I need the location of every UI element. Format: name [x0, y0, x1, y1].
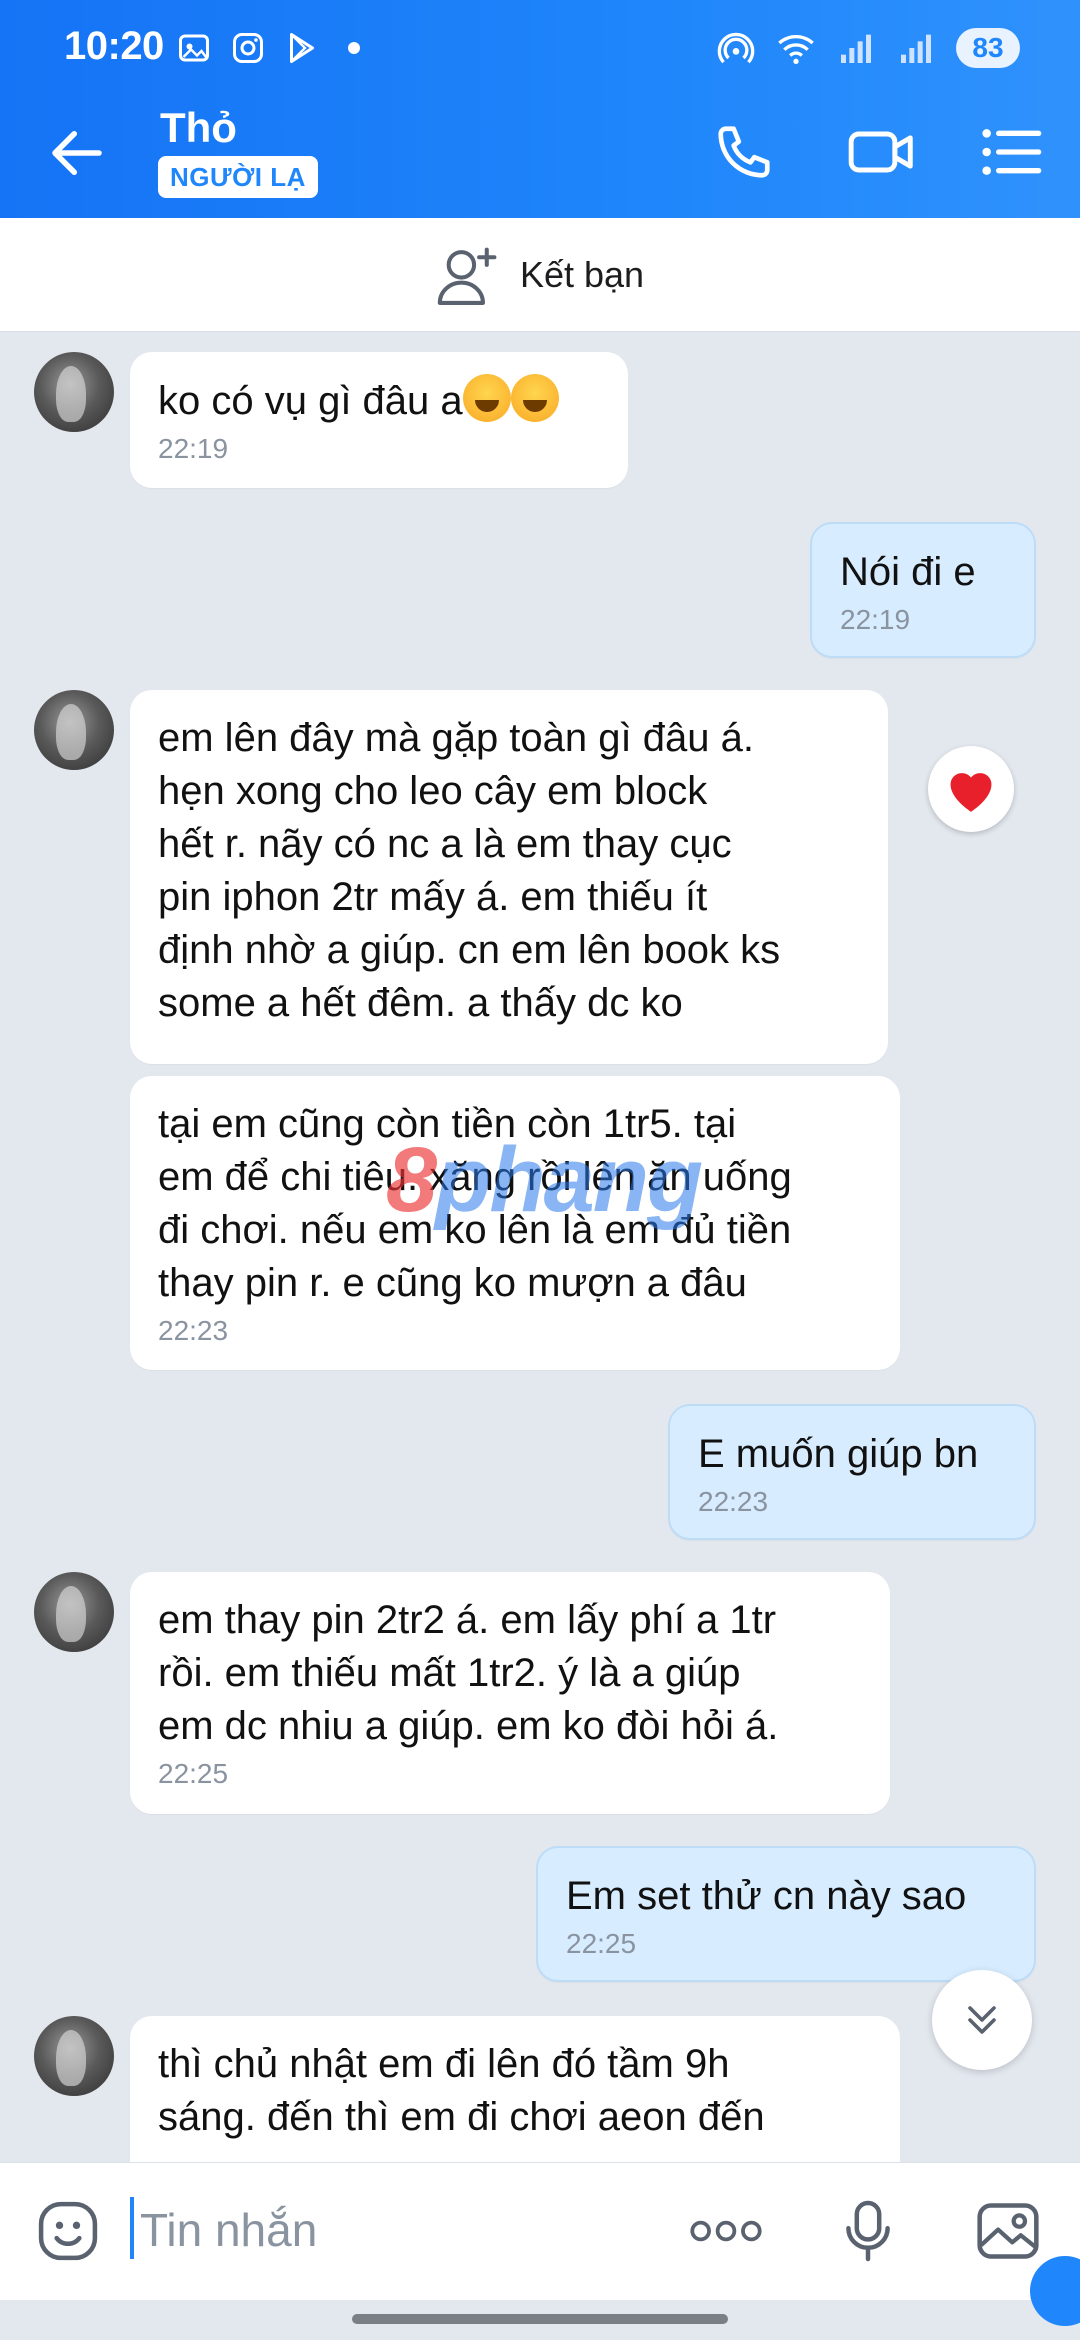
contact-avatar[interactable]	[34, 1572, 114, 1652]
message-time: 22:19	[158, 433, 229, 464]
contact-name[interactable]: Thỏ	[160, 104, 237, 152]
video-camera-icon	[848, 131, 913, 173]
status-bar: 10:20 83	[0, 0, 1080, 96]
microphone-icon	[846, 2200, 890, 2262]
text-cursor	[130, 2197, 134, 2259]
message-input[interactable]	[140, 2197, 660, 2263]
message-composer	[0, 2162, 1080, 2300]
more-dots-icon	[690, 2220, 762, 2242]
message-time: 22:25	[566, 1928, 637, 1959]
message-time: 22:23	[698, 1486, 769, 1517]
chat-screen: 10:20 83 Thỏ NGƯỜI LẠ Kết bạn ko có vụ g…	[0, 0, 1080, 2340]
add-user-icon	[437, 247, 497, 305]
gallery-button[interactable]	[970, 2193, 1046, 2269]
back-arrow-icon[interactable]	[44, 120, 110, 186]
contact-avatar[interactable]	[34, 352, 114, 432]
home-indicator[interactable]	[352, 2314, 728, 2324]
message-text: thì chủ nhật em đi lên đó tầm 9h sáng. đ…	[158, 2042, 765, 2139]
smiley-sticker-icon	[38, 2201, 98, 2261]
signal-icon	[901, 34, 931, 63]
message-bubble-received[interactable]: em lên đây mà gặp toàn gì đâu á. hẹn xon…	[130, 690, 888, 1064]
app-bar: 10:20 83 Thỏ NGƯỜI LẠ	[0, 0, 1080, 218]
message-bubble-sent[interactable]: E muốn giúp bn 22:23	[668, 1404, 1036, 1540]
scroll-to-bottom-button[interactable]	[932, 1970, 1032, 2070]
notification-dot	[348, 42, 360, 54]
message-time: 22:25	[158, 1758, 229, 1789]
message-text: ko có vụ gì đâu a	[158, 374, 600, 428]
message-bubble-received[interactable]: em thay pin 2tr2 á. em lấy phí a 1tr rồi…	[130, 1572, 890, 1814]
call-button[interactable]	[708, 116, 780, 188]
hotspot-icon	[717, 32, 755, 64]
signal-icon	[841, 34, 871, 63]
message-time: 22:23	[158, 1315, 229, 1346]
image-gallery-icon	[977, 2203, 1039, 2259]
laughing-emoji-icon	[510, 374, 559, 422]
message-text: Nói đi e	[840, 550, 976, 594]
message-bubble-received[interactable]: ko có vụ gì đâu a 22:19	[130, 352, 628, 488]
reaction-button[interactable]	[928, 746, 1014, 832]
wifi-icon	[778, 35, 814, 64]
message-text: em lên đây mà gặp toàn gì đâu á. hẹn xon…	[158, 716, 781, 1025]
status-right-icons: 83	[716, 28, 1020, 68]
instagram-icon	[233, 33, 263, 63]
contact-avatar[interactable]	[34, 2016, 114, 2096]
message-time: 22:19	[840, 604, 911, 635]
message-text: E muốn giúp bn	[698, 1432, 979, 1476]
add-friend-button[interactable]: Kết bạn	[0, 218, 1080, 332]
heart-icon	[950, 773, 992, 812]
laughing-emoji-icon	[462, 374, 511, 422]
play-store-icon	[290, 33, 314, 63]
menu-list-icon	[982, 129, 1042, 175]
status-time: 10:20	[64, 24, 164, 68]
video-call-button[interactable]	[842, 116, 922, 188]
message-text: em thay pin 2tr2 á. em lấy phí a 1tr rồi…	[158, 1598, 779, 1748]
status-left-icons	[176, 30, 360, 66]
double-chevron-down-icon	[968, 2006, 996, 2034]
sticker-button[interactable]	[30, 2193, 106, 2269]
add-friend-label: Kết bạn	[519, 253, 645, 295]
watermark-logo: 8phang	[386, 1129, 703, 1231]
message-bubble-sent[interactable]: Em set thử cn này sao 22:25	[536, 1846, 1036, 1982]
message-bubble-sent[interactable]: Nói đi e 22:19	[810, 522, 1036, 658]
more-options-button[interactable]	[688, 2193, 764, 2269]
options-button[interactable]	[976, 116, 1048, 188]
photo-notification-icon	[179, 34, 209, 62]
message-text: Em set thử cn này sao	[566, 1874, 967, 1918]
contact-avatar[interactable]	[34, 690, 114, 770]
stranger-badge: NGƯỜI LẠ	[158, 156, 318, 198]
phone-icon	[718, 126, 770, 178]
voice-message-button[interactable]	[830, 2193, 906, 2269]
battery-indicator: 83	[956, 28, 1020, 68]
